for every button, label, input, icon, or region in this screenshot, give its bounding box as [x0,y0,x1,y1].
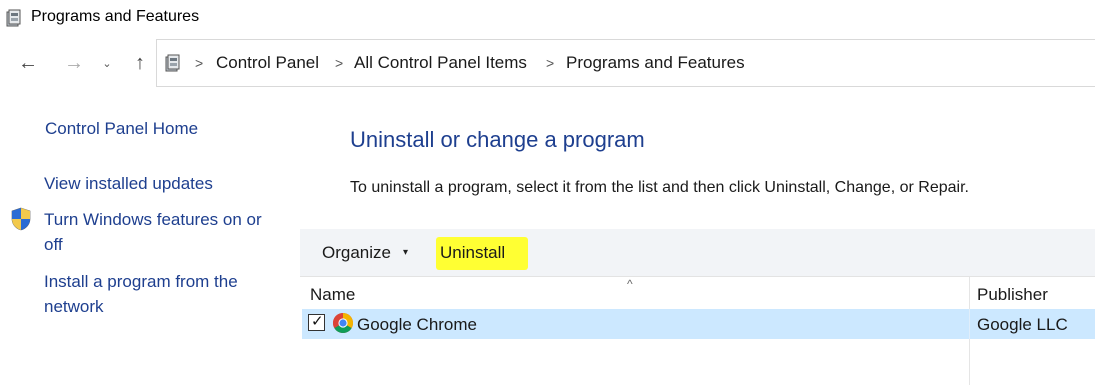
recent-locations-chevron-icon[interactable]: ⌄ [98,51,116,75]
command-toolbar: Organize ▾ Uninstall [300,229,1095,277]
row-checkbox[interactable]: ✓ [308,313,325,331]
chrome-icon [333,313,353,333]
page-title: Uninstall or change a program [350,127,645,152]
list-header: ^ Name Publisher [300,277,1095,385]
up-arrow-icon[interactable]: ↑ [128,51,152,75]
column-header-name[interactable]: Name [310,285,355,305]
page-description: To uninstall a program, select it from t… [350,179,969,196]
turn-windows-features-link[interactable]: Turn Windows features on or off [44,207,262,257]
navigation-bar: ← → ⌄ ↑ > Control Panel > All Control Pa… [0,38,1095,88]
sidebar: Control Panel Home View installed update… [0,90,300,385]
control-panel-home-link[interactable]: Control Panel Home [45,116,198,141]
back-arrow-icon[interactable]: ← [16,51,40,75]
uninstall-button[interactable]: Uninstall [440,243,505,263]
install-from-network-line1: Install a program from the [44,272,238,291]
table-row[interactable]: ✓ Google Chrome Google LLC [302,309,1095,339]
programs-features-icon [6,9,21,27]
turn-windows-features-line2: off [44,235,63,254]
breadcrumb-separator-icon[interactable]: > [546,55,554,71]
forward-arrow-icon[interactable]: → [62,51,86,75]
view-installed-updates-link[interactable]: View installed updates [44,171,213,196]
breadcrumb-separator-icon[interactable]: > [195,55,203,71]
address-bar[interactable]: > Control Panel > All Control Panel Item… [156,39,1095,87]
uac-shield-icon [11,207,31,231]
install-from-network-link[interactable]: Install a program from the network [44,269,238,319]
checkmark-icon: ✓ [311,313,324,330]
location-icon [165,54,180,72]
install-from-network-line2: network [44,297,104,316]
breadcrumb-all-control-panel-items[interactable]: All Control Panel Items [354,53,527,73]
program-publisher: Google LLC [977,315,1068,334]
column-divider [969,309,970,339]
organize-button[interactable]: Organize [322,243,391,263]
breadcrumb-control-panel[interactable]: Control Panel [216,53,319,73]
organize-dropdown-icon[interactable]: ▾ [403,247,408,258]
breadcrumb-separator-icon[interactable]: > [335,55,343,71]
turn-windows-features-line1: Turn Windows features on or [44,210,262,229]
column-header-publisher[interactable]: Publisher [977,285,1048,305]
breadcrumb-programs-and-features[interactable]: Programs and Features [566,53,745,73]
program-name: Google Chrome [357,315,478,334]
sort-ascending-icon: ^ [627,277,633,291]
window-title: Programs and Features [31,8,200,25]
title-bar: Programs and Features [0,0,1095,36]
